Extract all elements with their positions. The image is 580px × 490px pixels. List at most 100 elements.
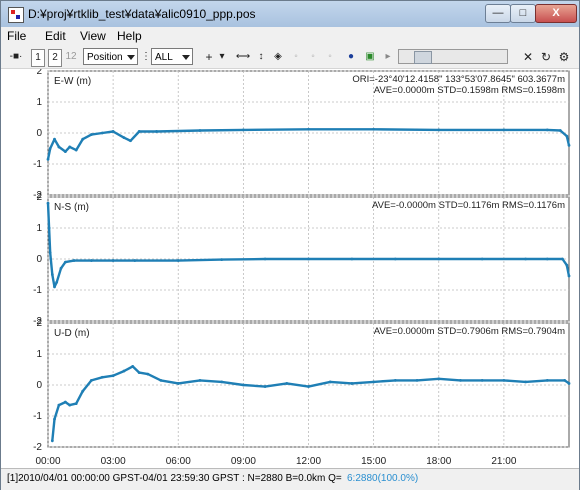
time-scrollbar[interactable] xyxy=(398,49,508,64)
y-tick-label: -1 xyxy=(33,159,42,170)
dropdown-arrow-icon[interactable]: ▾ xyxy=(217,49,227,65)
data-point xyxy=(198,378,202,382)
data-point xyxy=(137,130,141,133)
data-point xyxy=(74,402,78,405)
plot-type-select[interactable]: Position xyxy=(83,48,138,65)
fix-center-icon[interactable]: ◦ xyxy=(307,49,319,65)
data-point xyxy=(220,380,224,384)
data-point xyxy=(415,378,419,382)
data-point xyxy=(545,378,549,382)
data-point xyxy=(307,385,310,388)
reload-icon[interactable]: ↻ xyxy=(540,49,552,65)
data-point xyxy=(350,382,354,385)
data-point xyxy=(122,136,126,140)
data-point xyxy=(48,251,52,255)
panel-annotation: ORI=-23°40'12.4158" 133°53'07.8645" 603.… xyxy=(352,74,565,85)
menu-edit[interactable]: Edit xyxy=(45,29,66,43)
data-point xyxy=(155,130,158,133)
scrollbar-thumb[interactable] xyxy=(414,51,432,64)
data-point xyxy=(480,257,484,261)
data-point xyxy=(63,260,67,264)
data-point xyxy=(137,371,141,374)
data-point xyxy=(198,129,202,132)
title-bar: D:¥proj¥rtklib_test¥data¥alic0910_ppp.po… xyxy=(1,1,579,27)
gear-icon[interactable]: ⚙ xyxy=(558,49,570,65)
data-point xyxy=(133,259,137,262)
x-tick-label: 15:00 xyxy=(361,456,386,467)
x-tick-label: 09:00 xyxy=(231,456,256,467)
data-point xyxy=(72,259,76,262)
y-tick-label: 2 xyxy=(36,192,42,203)
data-point xyxy=(307,257,310,261)
plot2-button[interactable]: 2 xyxy=(48,49,62,67)
split-icon[interactable]: ⋮ xyxy=(141,49,151,65)
menu-view[interactable]: View xyxy=(80,29,106,43)
data-point xyxy=(90,259,93,262)
panel-annotation: AVE=0.0000m STD=0.1598m RMS=0.1598m xyxy=(374,85,565,96)
data-point xyxy=(81,389,85,393)
data-point xyxy=(372,127,376,131)
data-point xyxy=(74,148,78,152)
data-point xyxy=(565,263,569,267)
data-point xyxy=(502,128,506,132)
data-point xyxy=(63,150,67,153)
data-point xyxy=(46,157,50,161)
fit-horizontal-icon[interactable]: ⟷ xyxy=(235,49,251,65)
fix-horizontal-icon[interactable]: ◦ xyxy=(324,49,336,65)
satellite-value: ALL xyxy=(155,52,173,63)
data-point xyxy=(111,130,115,133)
center-origin-icon[interactable]: ◈ xyxy=(271,49,285,65)
y-tick-label: 0 xyxy=(36,254,42,265)
menu-file[interactable]: File xyxy=(7,29,26,43)
data-point xyxy=(328,380,332,384)
menu-bar: File Edit View Help xyxy=(1,27,579,45)
data-point xyxy=(46,201,50,205)
data-point xyxy=(176,259,180,262)
data-point xyxy=(480,378,484,382)
data-point xyxy=(241,128,245,132)
crosshair-icon[interactable]: + xyxy=(203,49,215,65)
data-point xyxy=(372,380,376,384)
data-point xyxy=(57,403,61,407)
data-point xyxy=(241,383,245,387)
data-point xyxy=(502,378,506,382)
data-point xyxy=(48,147,52,150)
fit-vertical-icon[interactable]: ↕ xyxy=(254,49,268,65)
close-icon[interactable]: ✕ xyxy=(522,49,534,65)
connect-icon[interactable]: -■· xyxy=(6,49,26,65)
plot-type-value: Position xyxy=(87,52,123,63)
menu-help[interactable]: Help xyxy=(117,29,142,43)
globe-icon[interactable]: ● xyxy=(344,49,358,65)
show-track-icon[interactable]: ◦ xyxy=(290,49,302,65)
y-tick-label: -1 xyxy=(33,411,42,422)
minimize-button[interactable]: — xyxy=(485,4,511,23)
y-tick-label: 0 xyxy=(36,128,42,139)
data-point xyxy=(55,280,59,284)
data-point xyxy=(53,417,56,421)
position-plots[interactable]: 2 1 0 -1 -2 E-W (m) ORI=-23°40'12.4158" 133°53… xyxy=(1,66,579,469)
close-button[interactable]: X xyxy=(535,4,577,23)
data-point xyxy=(561,257,564,261)
data-point xyxy=(68,145,72,149)
data-point xyxy=(437,377,441,381)
satellite-select[interactable]: ALL xyxy=(151,48,193,65)
plot1-button[interactable]: 1 xyxy=(31,49,45,67)
data-point xyxy=(53,285,56,289)
x-tick-label: 18:00 xyxy=(426,456,451,467)
plot12-button[interactable]: 12 xyxy=(64,49,78,65)
play-icon[interactable]: ▸ xyxy=(382,49,394,65)
data-point xyxy=(567,274,571,278)
data-point xyxy=(90,378,93,382)
y-tick-label: -1 xyxy=(33,285,42,296)
panel-annotation: AVE=0.0000m STD=0.7906m RMS=0.7904m xyxy=(374,326,565,337)
data-point xyxy=(545,257,549,261)
data-point xyxy=(558,129,562,132)
maximize-button[interactable]: □ xyxy=(510,4,536,23)
data-point xyxy=(146,372,150,376)
y-tick-label: 1 xyxy=(36,349,42,360)
app-window: D:¥proj¥rtklib_test¥data¥alic0910_ppp.po… xyxy=(0,0,580,490)
panel-title: E-W (m) xyxy=(54,76,91,87)
y-tick-label: 0 xyxy=(36,380,42,391)
data-point xyxy=(159,378,163,382)
map-image-icon[interactable]: ▣ xyxy=(363,49,377,65)
